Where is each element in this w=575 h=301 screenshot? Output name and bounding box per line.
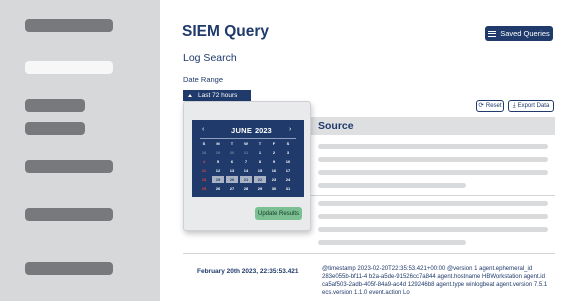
loading-placeholder-line: [318, 227, 548, 232]
calendar-divider: [200, 138, 296, 139]
row-source: @timestamp 2023-02-20T22:35:53.421+00:00…: [322, 266, 548, 296]
sidebar-item[interactable]: [25, 99, 85, 112]
calendar-day[interactable]: 30: [226, 149, 238, 156]
sidebar: [0, 0, 160, 301]
page-title: SIEM Query: [182, 23, 269, 40]
row-timestamp: February 20th 2023, 22:35:53.421: [197, 268, 299, 275]
sidebar-item-active[interactable]: [25, 61, 113, 74]
calendar-day[interactable]: 21: [240, 176, 252, 183]
table-header: Source: [310, 117, 555, 135]
update-results-button[interactable]: Update Results: [255, 207, 302, 220]
saved-queries-button[interactable]: Saved Queries: [485, 26, 553, 41]
calendar-weekday: T: [230, 141, 234, 146]
calendar-day[interactable]: 31: [240, 149, 252, 156]
calendar-day[interactable]: 16: [268, 167, 280, 174]
loading-placeholder-line: [318, 170, 548, 175]
reset-label: Reset: [485, 103, 502, 109]
row-divider: [183, 253, 555, 254]
calendar-day[interactable]: 9: [268, 158, 280, 165]
calendar-day[interactable]: 5: [212, 158, 224, 165]
calendar-day[interactable]: 30: [268, 185, 280, 192]
calendar-day[interactable]: 23: [268, 176, 280, 183]
section-title: Log Search: [183, 52, 237, 64]
calendar-day[interactable]: 18: [198, 176, 210, 183]
calendar: ‹ JUNE 2023 › S M T W T F S 28 29 30 31 1 2 3 4 5 6 7 8 9 10…: [192, 120, 304, 197]
calendar-day[interactable]: 19: [212, 176, 224, 183]
sidebar-item[interactable]: [25, 19, 113, 32]
loading-placeholder-line: [318, 157, 548, 162]
calendar-day[interactable]: 8: [254, 158, 266, 165]
calendar-day[interactable]: 6: [226, 158, 238, 165]
calendar-day[interactable]: 28: [198, 149, 210, 156]
calendar-day[interactable]: 28: [240, 185, 252, 192]
calendar-weekday: T: [258, 141, 262, 146]
calendar-day[interactable]: 14: [240, 167, 252, 174]
calendar-day[interactable]: 4: [198, 158, 210, 165]
date-range-value: Last 72 hours: [198, 92, 238, 99]
calendar-day[interactable]: 1: [254, 149, 266, 156]
calendar-weekday: F: [272, 141, 276, 146]
calendar-weekday: S: [202, 141, 206, 146]
calendar-day[interactable]: 11: [198, 167, 210, 174]
sidebar-item[interactable]: [25, 208, 113, 221]
calendar-day[interactable]: 29: [254, 185, 266, 192]
calendar-day[interactable]: 26: [212, 185, 224, 192]
loading-placeholder-line: [318, 214, 548, 219]
chevron-left-icon[interactable]: ‹: [202, 126, 204, 133]
calendar-day[interactable]: 12: [212, 167, 224, 174]
export-data-label: Export Data: [517, 103, 550, 109]
sidebar-item[interactable]: [25, 160, 113, 173]
calendar-year: 2023: [255, 126, 272, 135]
date-picker-popover: ‹ JUNE 2023 › S M T W T F S 28 29 30 31 1 2 3 4 5 6 7 8 9 10…: [183, 101, 311, 231]
sidebar-item[interactable]: [25, 122, 85, 135]
download-icon: ⤓: [512, 101, 516, 109]
calendar-day[interactable]: 2: [268, 149, 280, 156]
reset-button[interactable]: ⟳ Reset: [476, 100, 504, 112]
date-range-label: Date Range: [183, 75, 224, 84]
loading-placeholder-line: [318, 201, 548, 206]
sidebar-item[interactable]: [25, 262, 113, 275]
calendar-month: JUNE: [231, 126, 253, 135]
date-range-dropdown[interactable]: Last 72 hours: [183, 90, 251, 101]
calendar-weekday: S: [286, 141, 290, 146]
loading-placeholder-line: [318, 183, 466, 188]
calendar-weekday: W: [244, 141, 248, 146]
list-icon: [488, 30, 497, 37]
calendar-day[interactable]: 29: [212, 149, 224, 156]
chevron-right-icon[interactable]: ›: [289, 126, 291, 133]
calendar-weekday: M: [216, 141, 220, 146]
calendar-day[interactable]: 15: [254, 167, 266, 174]
caret-up-icon: [188, 94, 192, 97]
source-column-header: Source: [318, 120, 354, 132]
refresh-icon: ⟳: [478, 101, 484, 109]
calendar-day[interactable]: 10: [282, 158, 294, 165]
calendar-day[interactable]: 27: [226, 185, 238, 192]
calendar-day[interactable]: 13: [226, 167, 238, 174]
calendar-day[interactable]: 17: [282, 167, 294, 174]
calendar-day[interactable]: 24: [282, 176, 294, 183]
export-data-button[interactable]: ⤓ Export Data: [508, 100, 554, 112]
calendar-day[interactable]: 20: [226, 176, 238, 183]
calendar-day[interactable]: 22: [254, 176, 266, 183]
calendar-day[interactable]: 7: [240, 158, 252, 165]
saved-queries-label: Saved Queries: [500, 29, 550, 38]
loading-placeholder-line: [318, 144, 548, 149]
calendar-day[interactable]: 25: [198, 185, 210, 192]
calendar-day[interactable]: 31: [282, 185, 294, 192]
calendar-day[interactable]: 3: [282, 149, 294, 156]
loading-placeholder-line: [318, 240, 466, 245]
